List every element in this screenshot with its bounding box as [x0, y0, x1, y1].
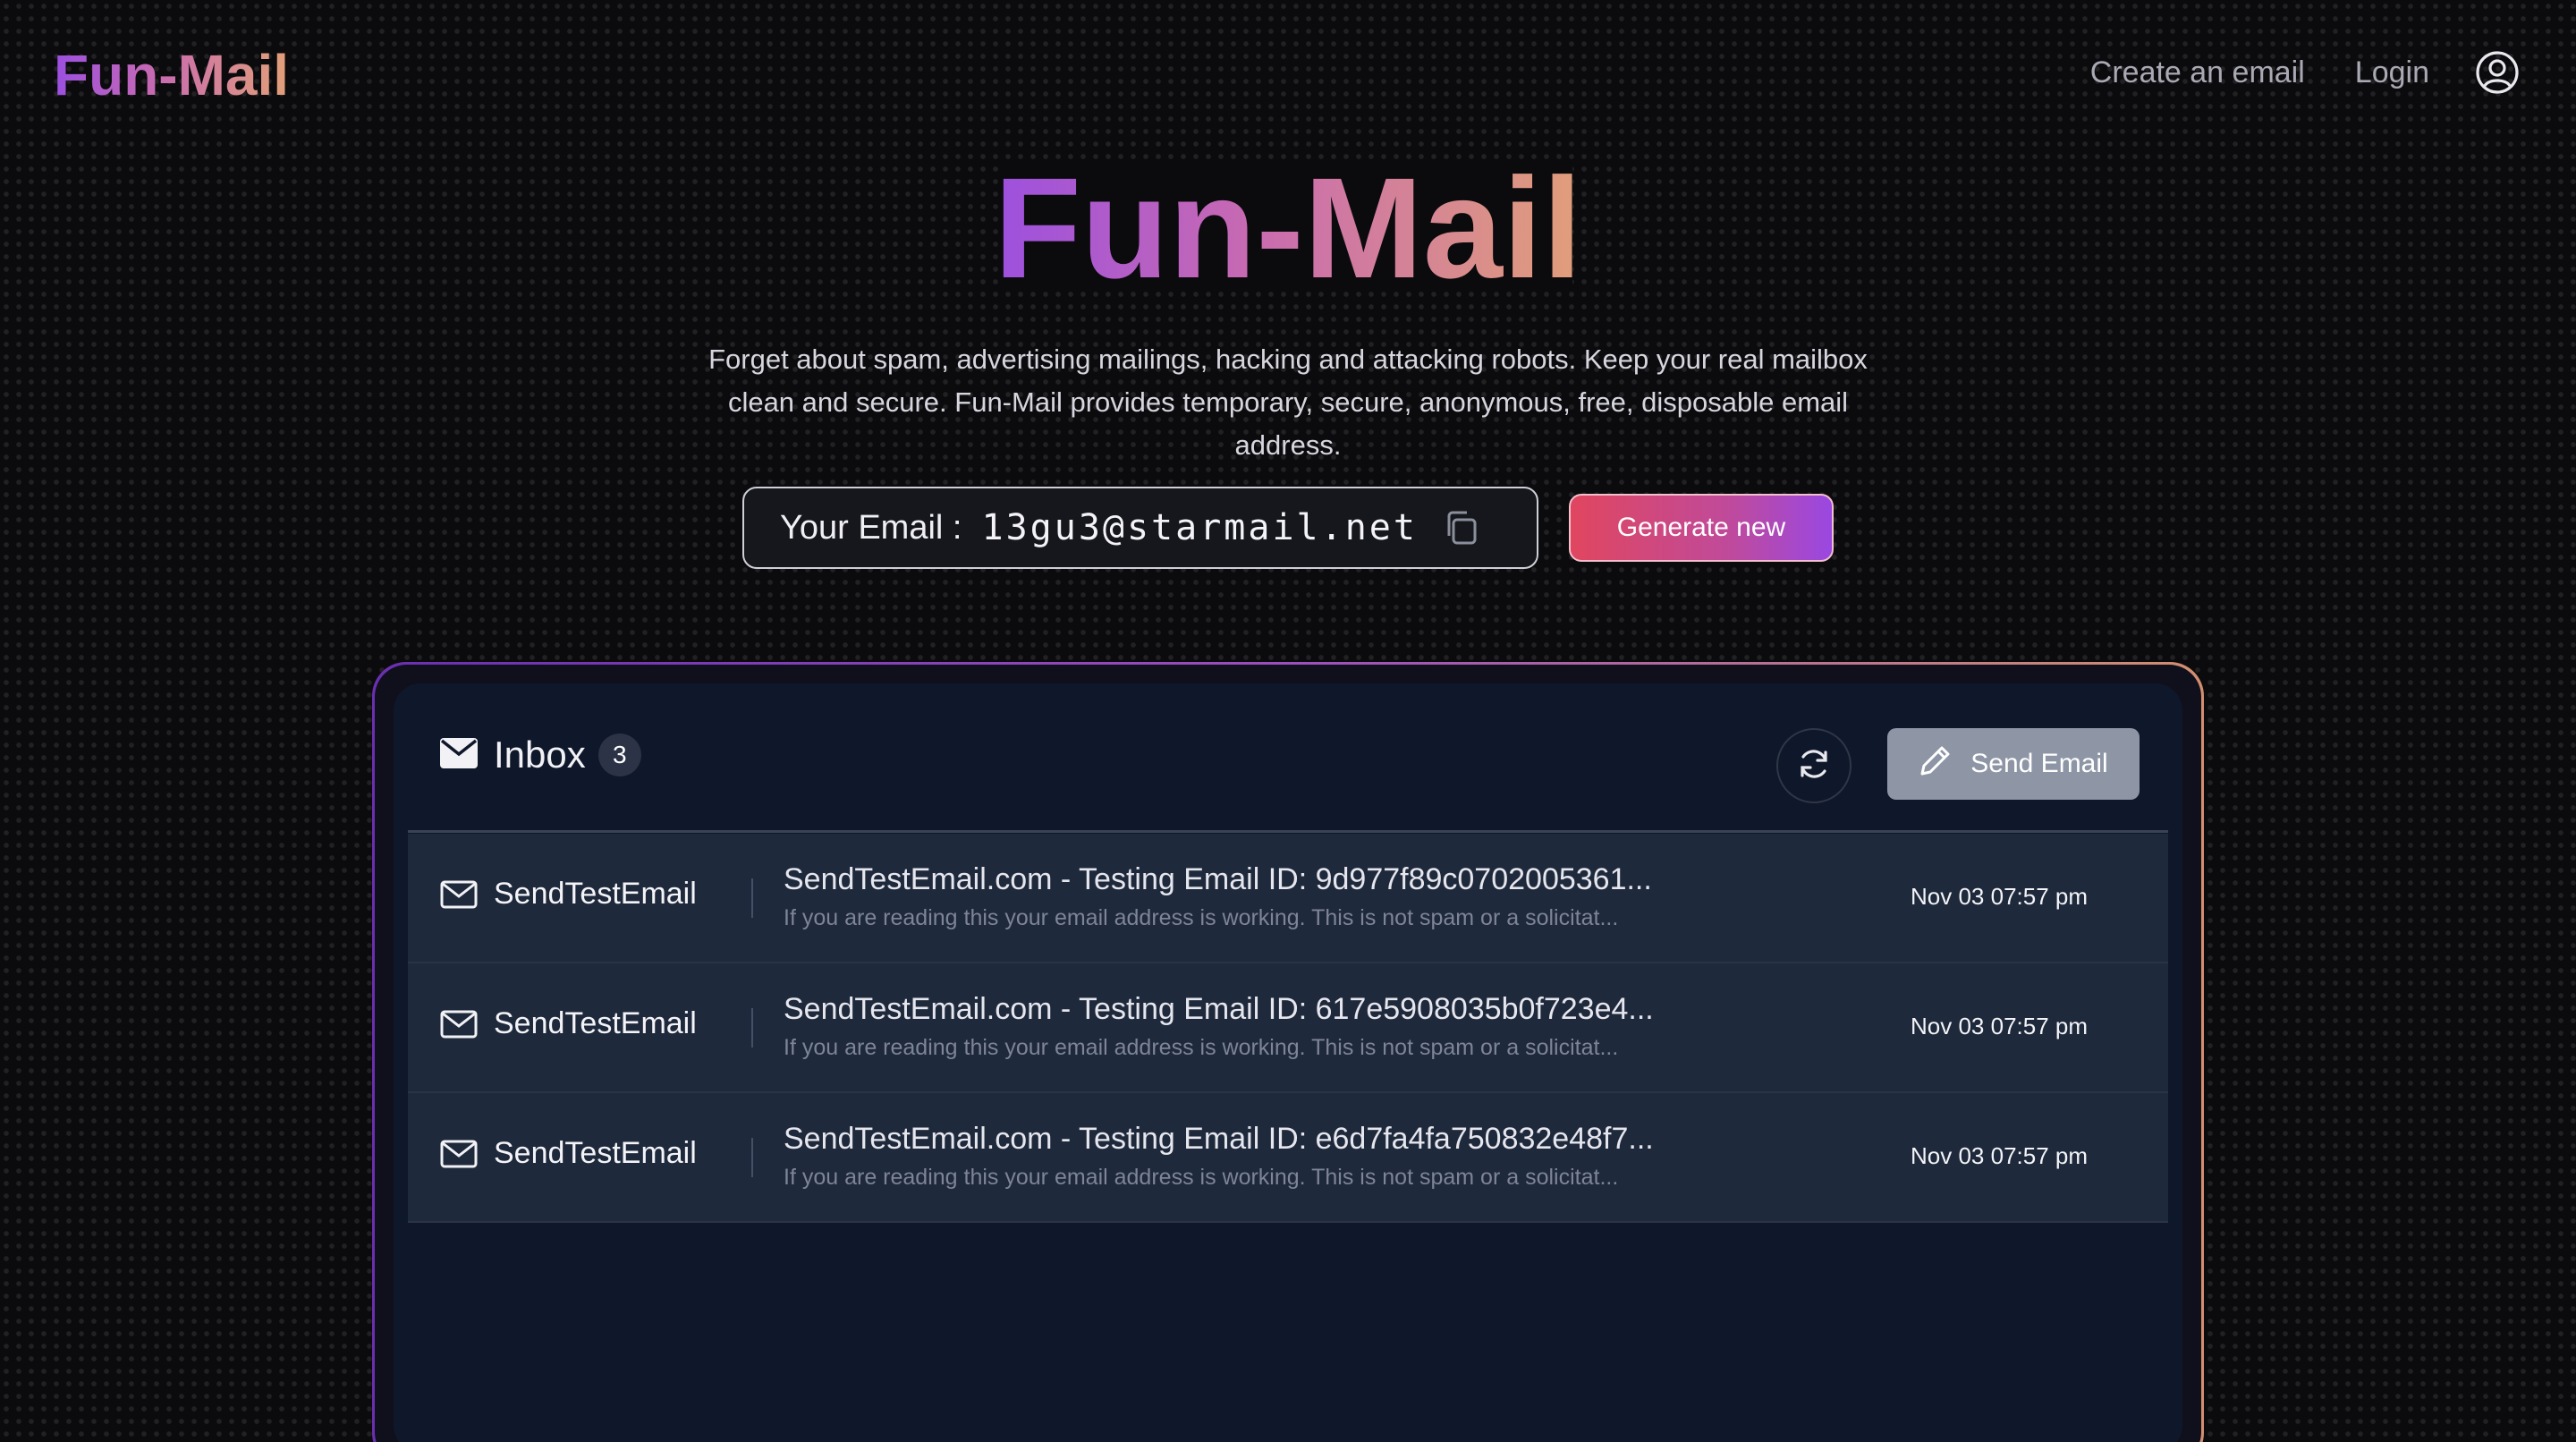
- message-preview: If you are reading this your email addre…: [784, 1165, 1619, 1190]
- message-sender: SendTestEmail: [494, 1136, 697, 1170]
- message-list: SendTestEmail SendTestEmail.com - Testin…: [408, 834, 2168, 1223]
- email-display: Your Email : 13gu3@starmail.net: [742, 487, 1538, 569]
- message-subject: SendTestEmail.com - Testing Email ID: 61…: [784, 992, 1654, 1026]
- message-row[interactable]: SendTestEmail SendTestEmail.com - Testin…: [408, 1093, 2168, 1223]
- message-subject: SendTestEmail.com - Testing Email ID: 9d…: [784, 862, 1652, 896]
- send-email-label: Send Email: [1970, 749, 2108, 778]
- envelope-outline-icon: [440, 1140, 478, 1175]
- envelope-outline-icon: [440, 1010, 478, 1046]
- header-divider: [408, 830, 2168, 833]
- message-preview: If you are reading this your email addre…: [784, 905, 1619, 930]
- inbox-header: Inbox 3: [440, 734, 641, 776]
- envelope-outline-icon: [440, 880, 478, 916]
- user-circle-icon[interactable]: [2474, 49, 2521, 96]
- message-date: Nov 03 07:57 pm: [1911, 1142, 2089, 1169]
- hero: Fun-Mail: [0, 152, 2576, 304]
- message-subject: SendTestEmail.com - Testing Email ID: e6…: [784, 1122, 1654, 1156]
- refresh-button[interactable]: [1776, 728, 1852, 803]
- tagline-line: address.: [1234, 429, 1342, 461]
- hero-title: Fun-Mail: [985, 152, 1591, 304]
- message-preview: If you are reading this your email addre…: [784, 1035, 1619, 1060]
- email-address[interactable]: 13gu3@starmail.net: [981, 507, 1417, 548]
- message-date: Nov 03 07:57 pm: [1911, 1013, 2089, 1039]
- column-separator: [751, 878, 753, 918]
- message-sender: SendTestEmail: [494, 877, 697, 911]
- message-date: Nov 03 07:57 pm: [1911, 883, 2089, 910]
- message-row[interactable]: SendTestEmail SendTestEmail.com - Testin…: [408, 963, 2168, 1093]
- column-separator: [751, 1008, 753, 1048]
- login-link[interactable]: Login: [2355, 55, 2429, 90]
- message-sender: SendTestEmail: [494, 1006, 697, 1040]
- inbox-title: Inbox: [494, 734, 586, 776]
- tagline-line: Forget about spam, advertising mailings,…: [708, 344, 1868, 375]
- pencil-icon: [1919, 743, 1953, 785]
- column-separator: [751, 1138, 753, 1177]
- inbox-panel: Inbox 3 Send Email SendTestEmail SendTes…: [394, 683, 2182, 1442]
- envelope-filled-icon: [440, 737, 478, 773]
- unread-count-badge: 3: [597, 734, 641, 776]
- message-row[interactable]: SendTestEmail SendTestEmail.com - Testin…: [408, 834, 2168, 963]
- tagline: Forget about spam, advertising mailings,…: [680, 338, 1896, 467]
- copy-icon[interactable]: [1441, 507, 1482, 548]
- refresh-icon: [1795, 745, 1833, 787]
- email-label: Your Email :: [780, 508, 962, 547]
- generate-new-button[interactable]: Generate new: [1569, 494, 1834, 562]
- create-email-link[interactable]: Create an email: [2090, 55, 2305, 90]
- tagline-line: clean and secure. Fun-Mail provides temp…: [727, 386, 1849, 418]
- top-nav: Create an email Login: [2090, 45, 2521, 100]
- send-email-button[interactable]: Send Email: [1887, 728, 2140, 800]
- logo[interactable]: Fun-Mail: [54, 39, 289, 111]
